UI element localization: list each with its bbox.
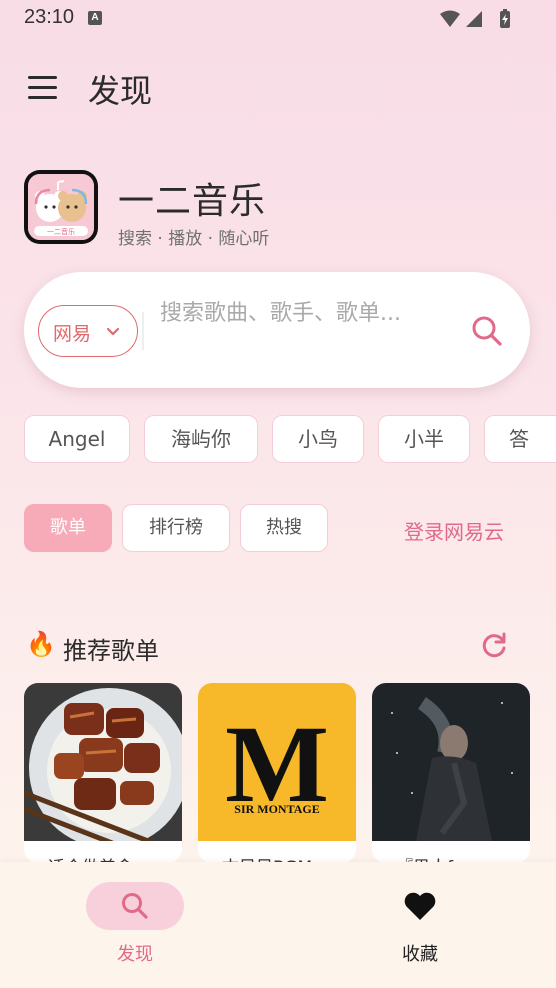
search-icon[interactable]: [470, 314, 504, 348]
search-icon[interactable]: [120, 891, 150, 921]
source-label: 网易: [53, 323, 92, 345]
search-placeholder: 搜索歌曲、歌手、歌单...: [160, 301, 401, 326]
playlist-card[interactable]: M SIR MONTAGE 古风风BGM: [198, 683, 356, 863]
app-logo: 一二音乐: [24, 170, 98, 244]
tab-hot-search[interactable]: 热搜: [240, 504, 328, 552]
nav-favorites-label[interactable]: 收藏: [402, 940, 438, 966]
menu-icon[interactable]: [28, 76, 58, 100]
status-time: 23:10: [24, 6, 75, 28]
refresh-icon[interactable]: [478, 630, 510, 662]
tab-charts[interactable]: 排行榜: [122, 504, 230, 552]
nav-discover-label[interactable]: 发现: [117, 940, 153, 966]
status-bar: 23:10 A: [0, 0, 556, 36]
section-title: 推荐歌单: [63, 637, 159, 665]
login-netease-link[interactable]: 登录网易云: [404, 516, 504, 545]
heart-icon[interactable]: [403, 891, 437, 921]
quick-chip[interactable]: 答: [484, 415, 556, 463]
logo-bears-image: 一二音乐: [28, 174, 94, 240]
playlist-cover-image: [372, 683, 530, 841]
wifi-icon: [440, 10, 460, 27]
quick-chip[interactable]: 小鸟: [272, 415, 364, 463]
search-divider: [142, 312, 144, 350]
app-tagline: 搜索 · 播放 · 随心听: [118, 229, 270, 249]
quick-chip[interactable]: 海屿你: [144, 415, 258, 463]
tab-playlists[interactable]: 歌单: [24, 504, 112, 552]
signal-icon: [466, 11, 482, 27]
svg-text:SIR MONTAGE: SIR MONTAGE: [234, 802, 319, 816]
quick-chip[interactable]: Angel: [24, 415, 130, 463]
quick-chip[interactable]: 小半: [378, 415, 470, 463]
app-name: 一二音乐: [118, 181, 267, 222]
svg-text:一二音乐: 一二音乐: [47, 227, 75, 236]
system-status-icons: [440, 9, 510, 28]
chevron-down-icon: [106, 327, 120, 336]
fire-icon: 🔥: [26, 630, 56, 658]
playlist-card[interactable]: 『男人forever』: [372, 683, 530, 863]
playlist-card[interactable]: 适合做美食: [24, 683, 182, 863]
playlist-cover-image: M SIR MONTAGE: [198, 683, 356, 841]
bottom-navigation: [0, 862, 556, 988]
playlist-cover-image: [24, 683, 182, 841]
source-selector-button[interactable]: 网易: [38, 305, 138, 357]
page-title: 发现: [88, 72, 153, 110]
search-input[interactable]: 搜索歌曲、歌手、歌单...: [160, 296, 418, 368]
notification-icon: A: [88, 11, 102, 25]
